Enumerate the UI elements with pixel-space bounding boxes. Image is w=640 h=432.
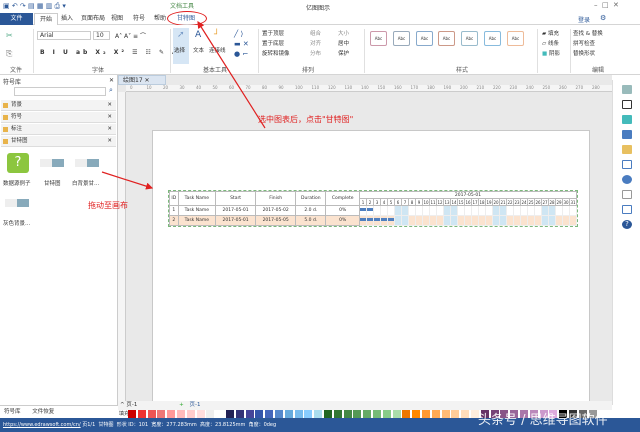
palette-swatch[interactable] <box>294 410 303 418</box>
palette-swatch[interactable] <box>353 410 362 418</box>
palette-swatch[interactable] <box>402 410 411 418</box>
palette-swatch[interactable] <box>186 410 195 418</box>
palette-swatch[interactable] <box>206 410 215 418</box>
palette-swatch[interactable] <box>343 410 352 418</box>
palette-swatch[interactable] <box>333 410 342 418</box>
comment-icon[interactable] <box>622 205 632 214</box>
status-width: 宽度：277.283mm <box>151 422 197 428</box>
globe-icon[interactable] <box>622 175 632 184</box>
status-bar: https://www.edrawsoft.com/cn/ 页1/1 甘特图 形… <box>0 414 640 432</box>
watermark: 头条号 / 思维导图软件 <box>478 413 608 428</box>
palette-swatch[interactable] <box>324 410 332 418</box>
add-page-icon[interactable]: + <box>179 402 184 408</box>
annotation-arrows <box>101 20 266 190</box>
page-tabs-bar: ^ 页-1 + 页-1 <box>118 401 612 410</box>
palette-swatch[interactable] <box>177 410 185 418</box>
status-height: 高度：23.8125mm <box>199 422 246 428</box>
palette-swatch[interactable] <box>392 410 401 418</box>
arrow-to-canvas <box>101 171 154 190</box>
arrow-to-gantt-tab <box>197 20 266 129</box>
palette-swatch[interactable] <box>431 410 440 418</box>
palette-swatch[interactable] <box>382 410 391 418</box>
palette-swatch[interactable] <box>235 410 244 418</box>
palette-swatch[interactable] <box>265 410 274 418</box>
palette-swatch[interactable] <box>275 410 283 418</box>
palette-swatch[interactable] <box>304 410 313 418</box>
tab-symbol-library[interactable]: 符号库 <box>4 409 21 415</box>
layers-icon[interactable] <box>622 145 632 154</box>
palette-swatch[interactable] <box>196 410 205 418</box>
document-icon[interactable] <box>622 190 632 199</box>
palette-swatch[interactable] <box>284 410 293 418</box>
palette-swatch[interactable] <box>373 410 381 418</box>
image-icon[interactable] <box>622 130 632 139</box>
status-shape: 甘特图 <box>98 422 114 428</box>
website-link[interactable]: https://www.edrawsoft.com/cn/ <box>3 422 81 428</box>
palette-swatch[interactable] <box>461 410 470 418</box>
palette-swatch[interactable] <box>216 410 225 418</box>
palette-swatch[interactable] <box>451 410 460 418</box>
palette-swatch[interactable] <box>128 410 136 418</box>
panel-tabs: 符号库 文件恢复 <box>0 405 118 418</box>
page-icon[interactable] <box>622 160 632 169</box>
palette-swatch[interactable] <box>245 410 254 418</box>
palette-swatch[interactable] <box>137 410 146 418</box>
palette-swatch[interactable] <box>441 410 450 418</box>
page-tab[interactable]: 页-1 <box>189 402 200 408</box>
fill-icon[interactable] <box>622 115 632 124</box>
line-style-icon[interactable] <box>622 100 632 109</box>
palette-swatch[interactable] <box>422 410 430 418</box>
tab-file-recovery[interactable]: 文件恢复 <box>32 409 54 415</box>
status-angle: 角度：0deg <box>248 422 277 428</box>
status-shape-id: 形状 ID：101 <box>116 422 149 428</box>
palette-swatch[interactable] <box>314 410 323 418</box>
page-select[interactable]: ^ 页-1 <box>120 402 137 408</box>
palette-swatch[interactable] <box>412 410 421 418</box>
theme-icon[interactable] <box>622 85 632 94</box>
palette-swatch[interactable] <box>226 410 234 418</box>
palette-swatch[interactable] <box>167 410 176 418</box>
palette-swatch[interactable] <box>255 410 264 418</box>
palette-swatch[interactable] <box>147 410 156 418</box>
palette-swatch[interactable] <box>363 410 372 418</box>
status-page: 页1/1 <box>82 422 96 428</box>
help-icon[interactable]: ? <box>622 220 632 229</box>
right-toolbar: ? <box>612 80 640 405</box>
palette-swatch[interactable] <box>157 410 166 418</box>
